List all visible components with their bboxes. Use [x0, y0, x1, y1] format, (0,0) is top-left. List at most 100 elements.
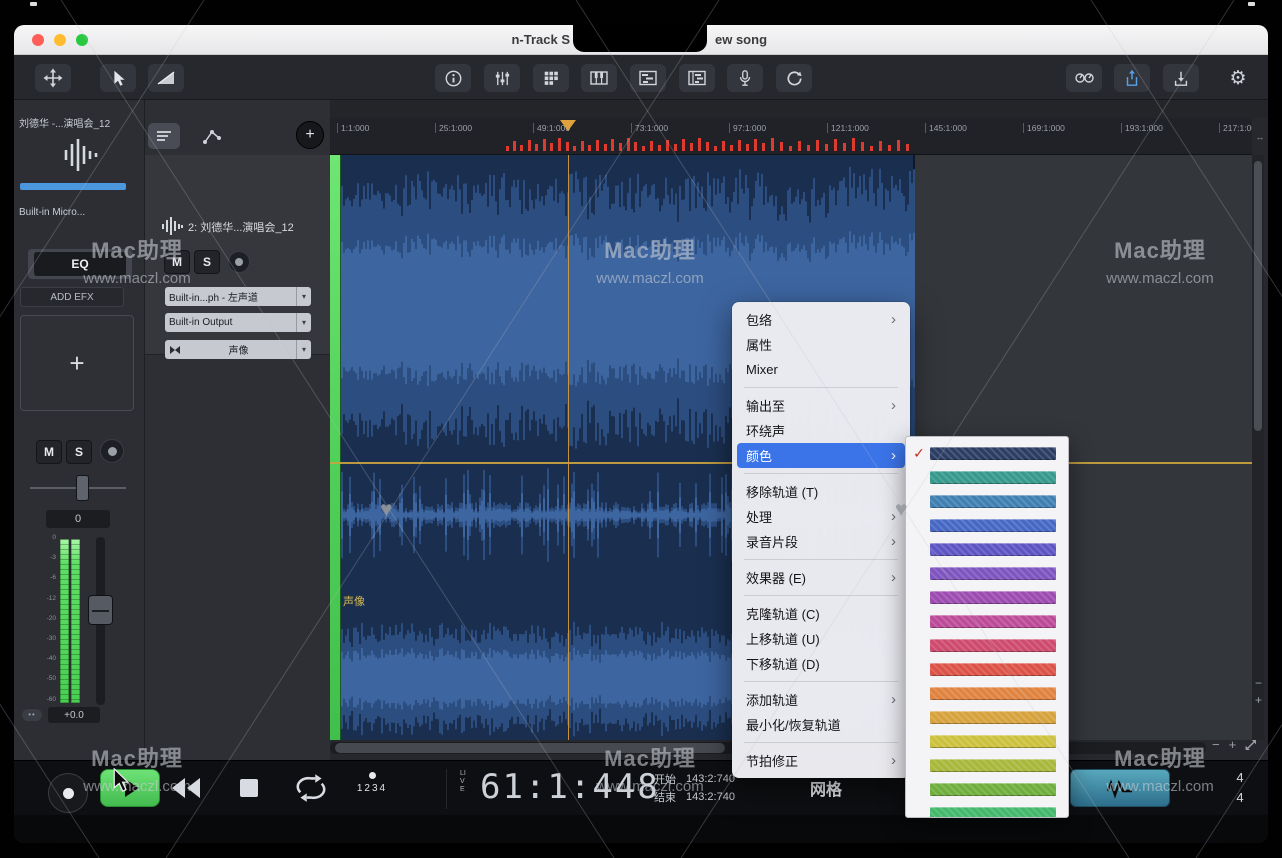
add-plugin-dropzone[interactable]: +: [20, 315, 134, 411]
color-option-10[interactable]: [906, 681, 1068, 705]
zoom-in-button[interactable]: +: [1229, 737, 1237, 752]
minimize-window-button[interactable]: [54, 34, 66, 46]
refresh-button[interactable]: [776, 64, 812, 92]
ruler-red-tick: [698, 138, 701, 151]
color-option-5[interactable]: [906, 561, 1068, 585]
loop-button[interactable]: [294, 773, 328, 808]
add-track-button[interactable]: +: [296, 121, 324, 149]
menu-item-21[interactable]: 节拍修正›: [737, 748, 905, 773]
eq-button[interactable]: EQ: [34, 252, 126, 276]
color-option-12[interactable]: [906, 729, 1068, 753]
menu-separator: [744, 595, 898, 596]
menu-item-16[interactable]: 下移轨道 (D): [737, 651, 905, 676]
menu-item-1[interactable]: 属性: [737, 332, 905, 357]
fade-tool-button[interactable]: [148, 64, 184, 92]
menu-item-0[interactable]: 包络›: [737, 307, 905, 332]
ruler-end-control[interactable]: ↔: [1252, 118, 1268, 155]
tuner-quick-button[interactable]: [1070, 769, 1170, 807]
select-tool-button[interactable]: [100, 64, 136, 92]
grid-view-button[interactable]: [533, 64, 569, 92]
color-option-14[interactable]: [906, 777, 1068, 801]
grid-toggle[interactable]: 网格: [810, 776, 842, 800]
menu-item-10[interactable]: 录音片段›: [737, 529, 905, 554]
color-option-7[interactable]: [906, 609, 1068, 633]
time-display[interactable]: 61:1:448: [480, 767, 660, 807]
output-device-dropdown[interactable]: Built-in Output ▾: [165, 313, 311, 332]
track-select-indicator[interactable]: [20, 183, 126, 190]
zoom-in-vertical-button[interactable]: +: [1255, 694, 1262, 706]
metronome-control[interactable]: 1234: [350, 772, 394, 794]
settings-knobs-button[interactable]: [1066, 64, 1102, 92]
track-record-arm-button[interactable]: [228, 251, 250, 273]
menu-item-2[interactable]: Mixer: [737, 357, 905, 382]
rewind-button[interactable]: [172, 778, 200, 798]
info-button[interactable]: [435, 64, 471, 92]
horizontal-scrollbar-thumb[interactable]: [335, 743, 725, 753]
menu-item-18[interactable]: 添加轨道›: [737, 687, 905, 712]
menu-item-4[interactable]: 输出至›: [737, 393, 905, 418]
zoom-out-button[interactable]: −: [1212, 737, 1220, 752]
menu-item-5[interactable]: 环绕声: [737, 418, 905, 443]
stop-button[interactable]: [240, 779, 258, 797]
menu-item-19[interactable]: 最小化/恢复轨道: [737, 712, 905, 737]
menu-item-9[interactable]: 处理›: [737, 504, 905, 529]
add-efx-button[interactable]: ADD EFX: [20, 287, 124, 307]
color-option-8[interactable]: [906, 633, 1068, 657]
color-option-11[interactable]: [906, 705, 1068, 729]
export-button[interactable]: [1163, 64, 1199, 92]
zoom-window-button[interactable]: [76, 34, 88, 46]
menu-item-12[interactable]: 效果器 (E)›: [737, 565, 905, 590]
color-option-13[interactable]: [906, 753, 1068, 777]
timeline-ruler[interactable]: 1:1:00025:1:00049:1:00073:1:00097:1:0001…: [330, 118, 1252, 155]
play-button[interactable]: [100, 769, 160, 807]
menu-item-label: 属性: [746, 335, 772, 354]
chevron-down-icon: ▾: [296, 287, 311, 306]
color-option-15[interactable]: [906, 801, 1068, 818]
menu-item-15[interactable]: 上移轨道 (U): [737, 626, 905, 651]
color-option-9[interactable]: [906, 657, 1068, 681]
color-option-6[interactable]: [906, 585, 1068, 609]
track-solo-button[interactable]: S: [194, 250, 220, 274]
menu-item-14[interactable]: 克隆轨道 (C): [737, 601, 905, 626]
color-option-2[interactable]: [906, 489, 1068, 513]
meter-scale-label: -40: [36, 656, 56, 663]
color-option-0[interactable]: ✓: [906, 441, 1068, 465]
pan-mode-dropdown[interactable]: 声像 ▾: [165, 340, 311, 359]
sidebar-record-arm-button[interactable]: [100, 439, 124, 463]
track-list-menu-button[interactable]: [148, 123, 180, 149]
move-tool-button[interactable]: [35, 64, 71, 92]
color-option-4[interactable]: [906, 537, 1068, 561]
screenshot-page: n-Track S ew song: [0, 0, 1282, 858]
sidebar-mute-button[interactable]: M: [36, 440, 62, 464]
drag-handle[interactable]: ••: [22, 709, 42, 721]
close-window-button[interactable]: [32, 34, 44, 46]
playhead-marker[interactable]: [560, 120, 576, 131]
mixer-sliders-button[interactable]: [484, 64, 520, 92]
zoom-out-vertical-button[interactable]: −: [1255, 677, 1262, 689]
tuner-button[interactable]: [727, 64, 763, 92]
menu-item-8[interactable]: 移除轨道 (T): [737, 479, 905, 504]
color-option-3[interactable]: [906, 513, 1068, 537]
color-option-1[interactable]: [906, 465, 1068, 489]
keyboard-view-button[interactable]: [581, 64, 617, 92]
time-signature[interactable]: 4 4: [1222, 768, 1258, 808]
menu-item-6[interactable]: 颜色›: [737, 443, 905, 468]
track-header[interactable]: 2: 刘德华...演唱会_12 M S Built-in...ph - 左声道 …: [145, 155, 330, 355]
vertical-scrollbar-thumb[interactable]: [1254, 161, 1262, 431]
vertical-scrollbar[interactable]: [1252, 155, 1264, 740]
track-mute-button[interactable]: M: [164, 250, 190, 274]
share-button[interactable]: [1114, 64, 1150, 92]
preferences-button[interactable]: ⚙: [1220, 64, 1256, 92]
volume-fader-thumb[interactable]: [88, 595, 113, 625]
automation-mode-button[interactable]: [196, 123, 228, 149]
menu-item-label: 包络: [746, 310, 772, 329]
pianoroll-view-button[interactable]: [630, 64, 666, 92]
live-indicator[interactable]: LIVE: [460, 770, 467, 794]
score-view-button[interactable]: [679, 64, 715, 92]
input-device-dropdown[interactable]: Built-in...ph - 左声道 ▾: [165, 287, 311, 306]
menu-item-label: 环绕声: [746, 421, 785, 440]
pan-slider-thumb[interactable]: [76, 475, 89, 501]
expand-icon[interactable]: [1245, 739, 1257, 751]
record-button[interactable]: [48, 773, 88, 813]
sidebar-solo-button[interactable]: S: [66, 440, 92, 464]
